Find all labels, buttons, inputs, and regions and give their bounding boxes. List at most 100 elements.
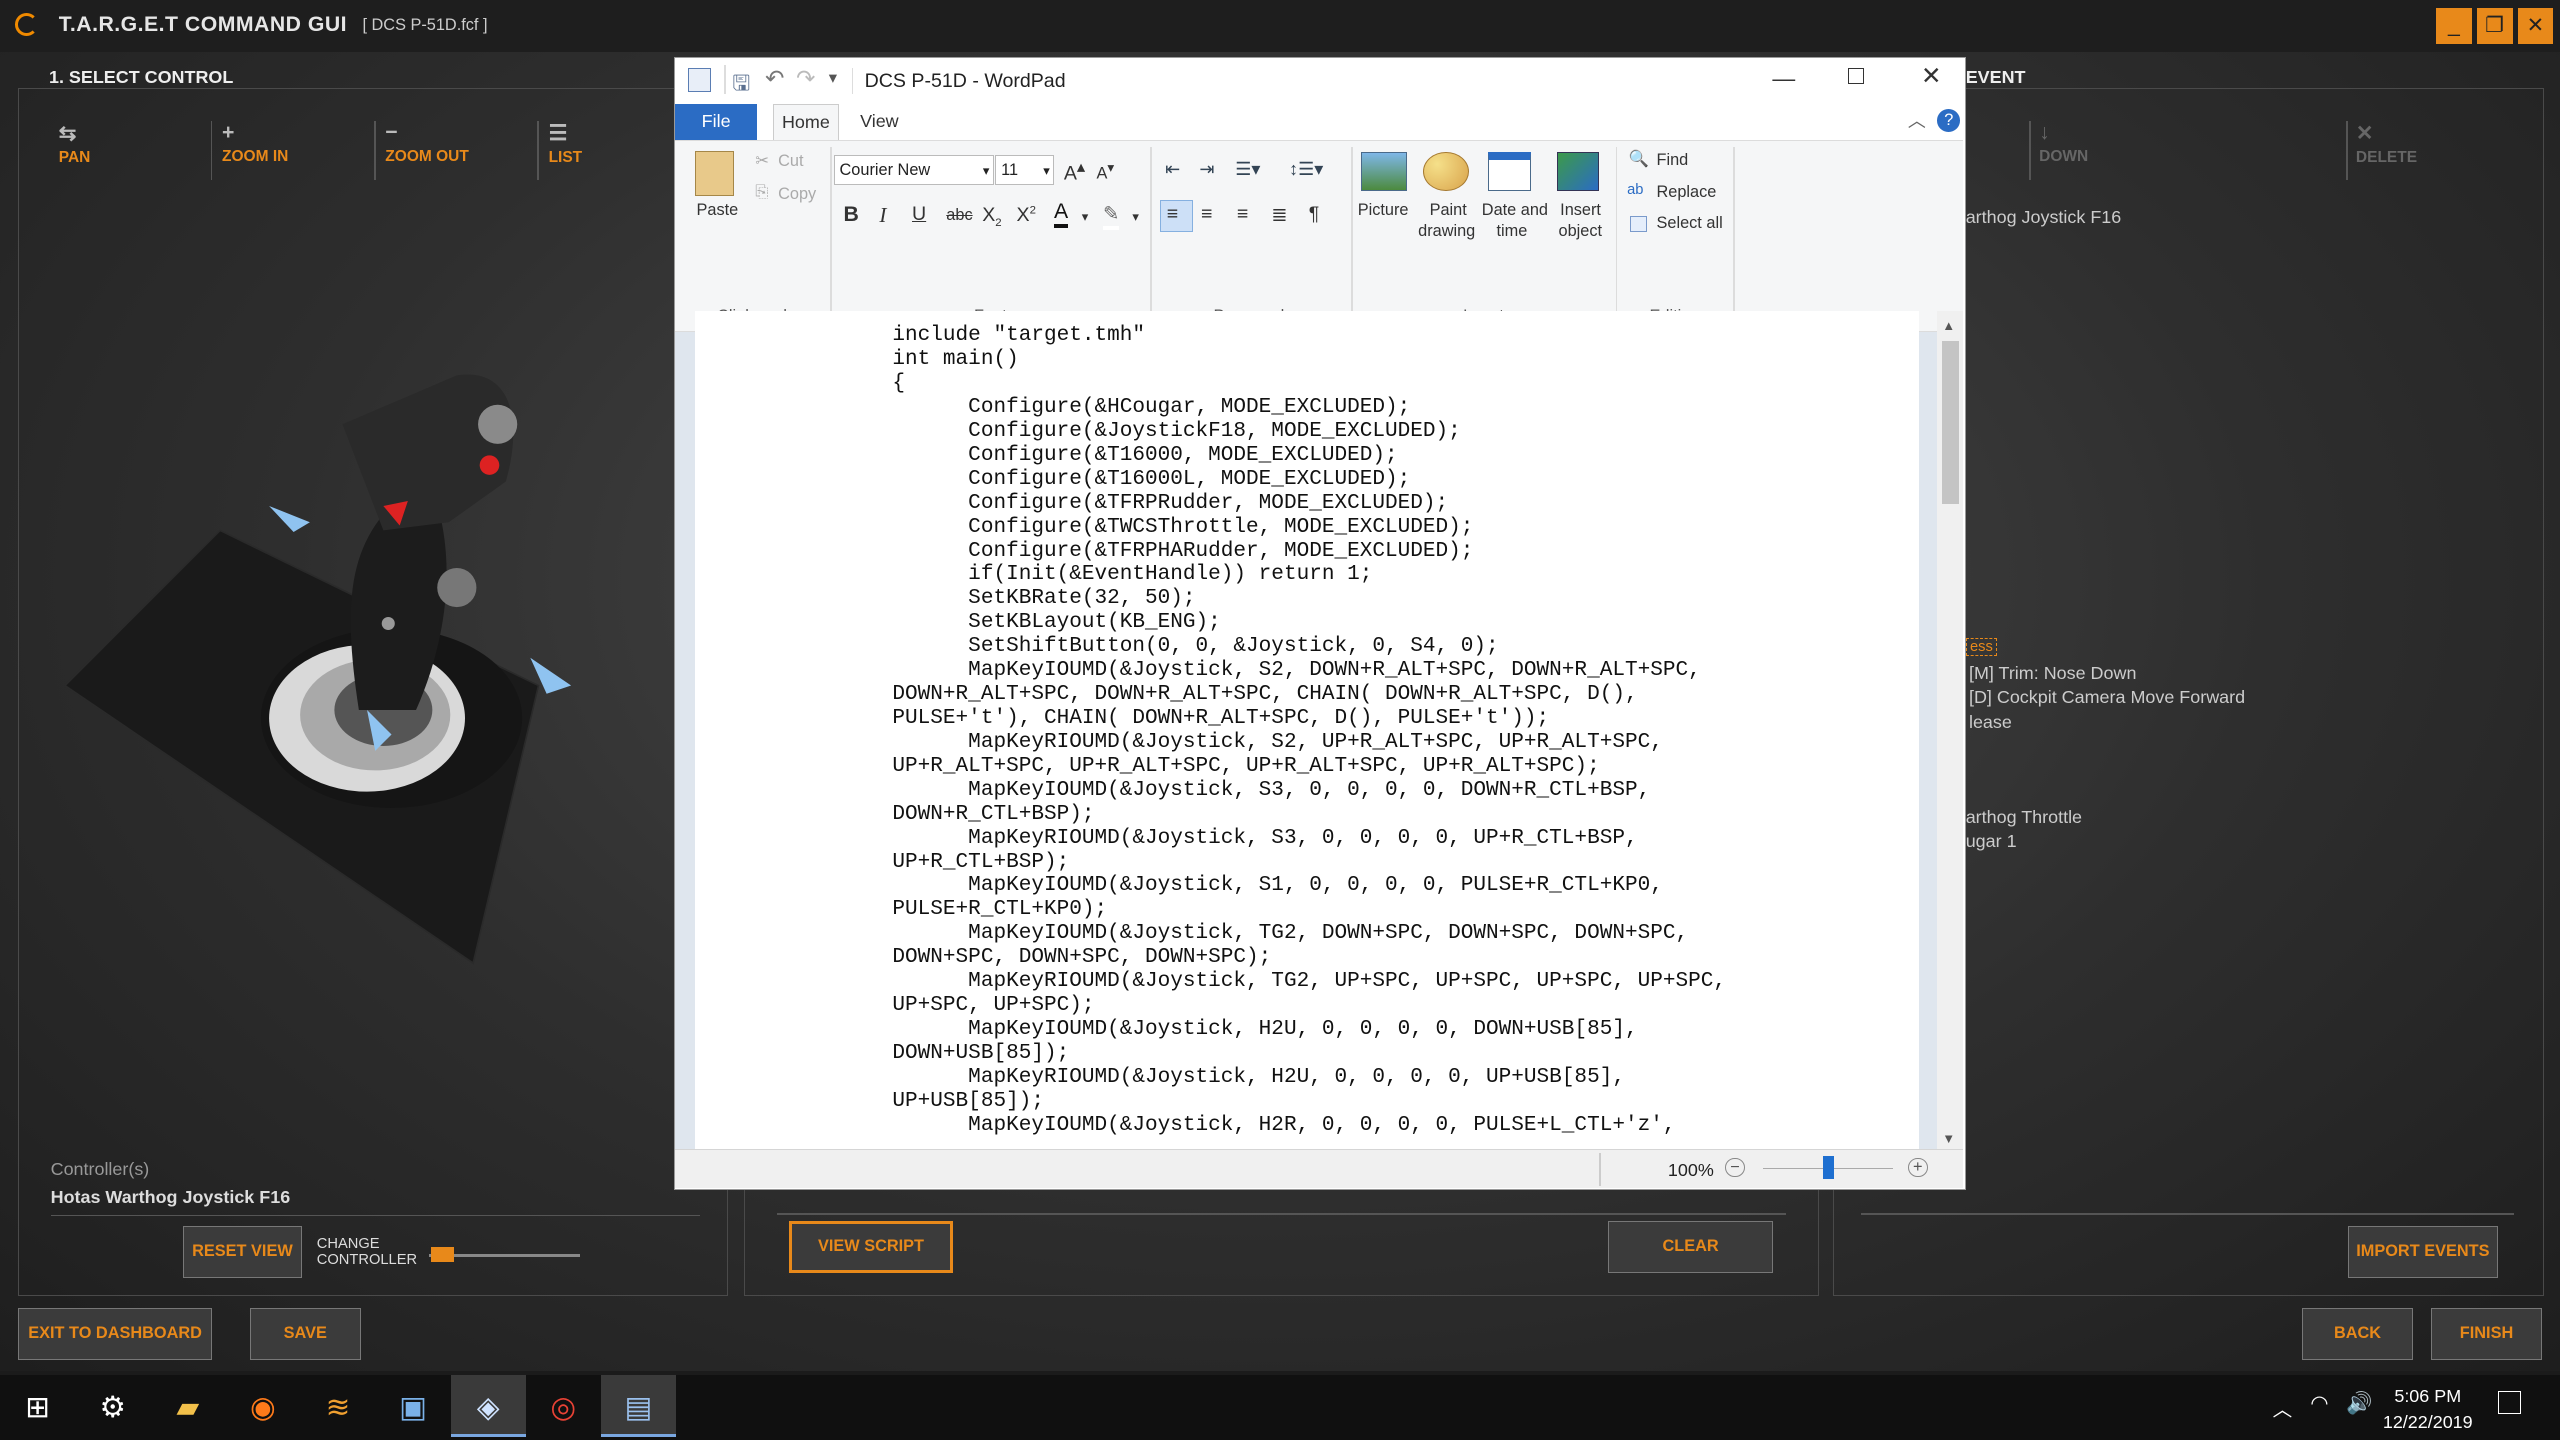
scroll-thumb[interactable] (1942, 340, 1959, 504)
paste-button[interactable]: Paste (697, 201, 739, 220)
justify-icon[interactable]: ≣ (1271, 203, 1287, 227)
vertical-scrollbar[interactable]: ▲ ▼ (1937, 311, 1964, 1152)
zoom-out-icon[interactable]: − (1725, 1157, 1745, 1178)
paint-drawing-icon[interactable] (1423, 152, 1469, 192)
exit-to-dashboard-button[interactable]: EXIT TO DASHBOARD (17, 1307, 213, 1360)
find-icon[interactable]: 🔍 (1629, 149, 1649, 169)
event-line-camera[interactable]: [D] Cockpit Camera Move Forward (1969, 687, 2245, 708)
tray-app-icon[interactable]: ≋ (300, 1375, 375, 1440)
chrome-icon[interactable]: ◎ (526, 1375, 601, 1440)
cut-button[interactable]: Cut (778, 152, 803, 171)
wifi-icon[interactable]: ◠ (2310, 1391, 2329, 1416)
document-text[interactable]: include "target.tmh" int main() { Config… (892, 323, 1726, 1137)
date-label-2[interactable]: time (1497, 222, 1528, 241)
select-all-button[interactable]: Select all (1657, 214, 1723, 233)
copy-button[interactable]: Copy (778, 185, 816, 204)
picture-icon[interactable] (1360, 152, 1407, 192)
slider-handle[interactable] (431, 1247, 454, 1263)
delete-event-button[interactable]: ✕ DELETE (2356, 121, 2417, 180)
clock-date[interactable]: 12/22/2019 (2371, 1412, 2485, 1433)
date-time-icon[interactable] (1488, 152, 1531, 192)
save-icon[interactable]: 🖫 (732, 68, 750, 104)
insert-object-icon[interactable] (1556, 152, 1600, 192)
zoom-in-icon[interactable]: + (1907, 1157, 1928, 1178)
underline-icon[interactable]: U (912, 203, 926, 226)
wordpad-window[interactable]: 🖫 ↶ ↷ ▾ DCS P-51D - WordPad — ✕ File Hom… (674, 57, 1966, 1191)
picture-button[interactable]: Picture (1358, 201, 1409, 220)
tab-home[interactable]: Home (773, 103, 839, 140)
collapse-ribbon-icon[interactable]: ︿ (1908, 107, 1926, 133)
scroll-up-icon[interactable]: ▲ (1942, 318, 1955, 333)
event-line-trim[interactable]: [M] Trim: Nose Down (1969, 663, 2136, 684)
volume-icon[interactable]: 🔊 (2346, 1391, 2372, 1416)
help-icon[interactable]: ? (1937, 108, 1961, 132)
finish-button[interactable]: FINISH (2431, 1307, 2543, 1360)
event-device-joystick[interactable]: arthog Joystick F16 (1966, 207, 2122, 228)
start-icon[interactable]: ⊞ (0, 1375, 75, 1440)
align-center-icon[interactable]: ≡ (1201, 203, 1212, 226)
chevron-down-icon[interactable]: ▾ (1082, 209, 1089, 225)
event-device-cougar[interactable]: ugar 1 (1966, 831, 2017, 852)
import-events-button[interactable]: IMPORT EVENTS (2347, 1226, 2498, 1279)
clear-button[interactable]: CLEAR (1608, 1221, 1774, 1274)
replace-button[interactable]: Replace (1657, 183, 1717, 202)
joystick-3d-model[interactable] (65, 359, 685, 979)
grow-font-icon[interactable]: A▴ (1064, 157, 1085, 186)
target-app-icon[interactable]: ◈ (450, 1374, 526, 1437)
align-right-icon[interactable]: ≡ (1237, 203, 1248, 226)
paint-label-1[interactable]: Paint (1430, 201, 1467, 220)
bullet-list-icon[interactable]: ☰▾ (1235, 159, 1260, 180)
find-button[interactable]: Find (1657, 151, 1689, 170)
minimize-button[interactable]: _ (2435, 8, 2472, 45)
insert-object-label-1[interactable]: Insert (1560, 201, 1601, 220)
list-tool[interactable]: ☰ LIST (549, 121, 583, 180)
highlight-color-icon[interactable]: ✎ (1103, 203, 1120, 230)
pan-tool[interactable]: ⇆ PAN (59, 121, 91, 180)
increase-indent-icon[interactable]: ⇥ (1199, 159, 1214, 180)
tab-view[interactable]: View (852, 104, 908, 140)
close-button[interactable]: ✕ (2517, 8, 2554, 45)
move-down-button[interactable]: ↓ DOWN (2039, 121, 2088, 180)
paint-label-2[interactable]: drawing (1418, 222, 1475, 241)
font-family-select[interactable]: Courier New ▾ (833, 155, 994, 185)
reset-view-button[interactable]: RESET VIEW (182, 1226, 303, 1279)
wp-minimize-button[interactable]: — (1772, 65, 1795, 92)
view-script-button[interactable]: VIEW SCRIPT (788, 1221, 954, 1274)
document-page[interactable]: include "target.tmh" int main() { Config… (694, 311, 1920, 1152)
wp-close-button[interactable]: ✕ (1921, 61, 1942, 91)
event-line-release[interactable]: lease (1969, 712, 2012, 733)
cut-icon[interactable]: ✂ (755, 151, 769, 171)
strikethrough-icon[interactable]: abc (946, 206, 972, 225)
notifications-icon[interactable] (2497, 1391, 2521, 1414)
undo-icon[interactable]: ↶ (765, 65, 784, 92)
insert-object-label-2[interactable]: object (1559, 222, 1603, 241)
paste-icon[interactable] (694, 150, 735, 197)
wordpad-taskbar-icon[interactable]: ▤ (600, 1374, 676, 1437)
back-button[interactable]: BACK (2302, 1307, 2414, 1360)
superscript-icon[interactable]: X2 (1017, 204, 1036, 227)
font-size-select[interactable]: 11 ▾ (995, 155, 1055, 185)
zoom-in-tool[interactable]: + ZOOM IN (222, 121, 288, 180)
redo-icon[interactable]: ↷ (796, 65, 815, 92)
window-app-icon[interactable]: ▣ (376, 1375, 451, 1440)
clock-time[interactable]: 5:06 PM (2371, 1386, 2485, 1407)
show-hidden-icons-icon[interactable]: ︿ (2273, 1393, 2293, 1422)
select-all-icon[interactable] (1630, 215, 1647, 233)
line-spacing-icon[interactable]: ↕☰▾ (1289, 159, 1323, 180)
chevron-down-icon[interactable]: ▾ (1132, 209, 1139, 225)
settings-gear-icon[interactable]: ⚙ (75, 1375, 150, 1440)
decrease-indent-icon[interactable]: ⇤ (1165, 159, 1180, 180)
italic-icon[interactable]: I (879, 203, 886, 228)
wordpad-titlebar[interactable]: 🖫 ↶ ↷ ▾ DCS P-51D - WordPad — ✕ (675, 58, 1964, 104)
wp-maximize-button[interactable] (1847, 67, 1864, 85)
paragraph-dialog-icon[interactable]: ¶ (1309, 203, 1320, 226)
bold-icon[interactable]: B (843, 203, 858, 227)
copy-icon[interactable]: ⎘ (755, 183, 768, 202)
firefox-icon[interactable]: ◉ (225, 1375, 300, 1440)
zoom-out-tool[interactable]: − ZOOM OUT (385, 121, 469, 180)
save-button[interactable]: SAVE (249, 1307, 361, 1360)
maximize-button[interactable]: ❐ (2476, 8, 2513, 45)
text-color-icon[interactable]: A (1054, 200, 1069, 229)
event-device-throttle[interactable]: arthog Throttle (1966, 807, 2082, 828)
date-label-1[interactable]: Date and (1482, 201, 1548, 220)
